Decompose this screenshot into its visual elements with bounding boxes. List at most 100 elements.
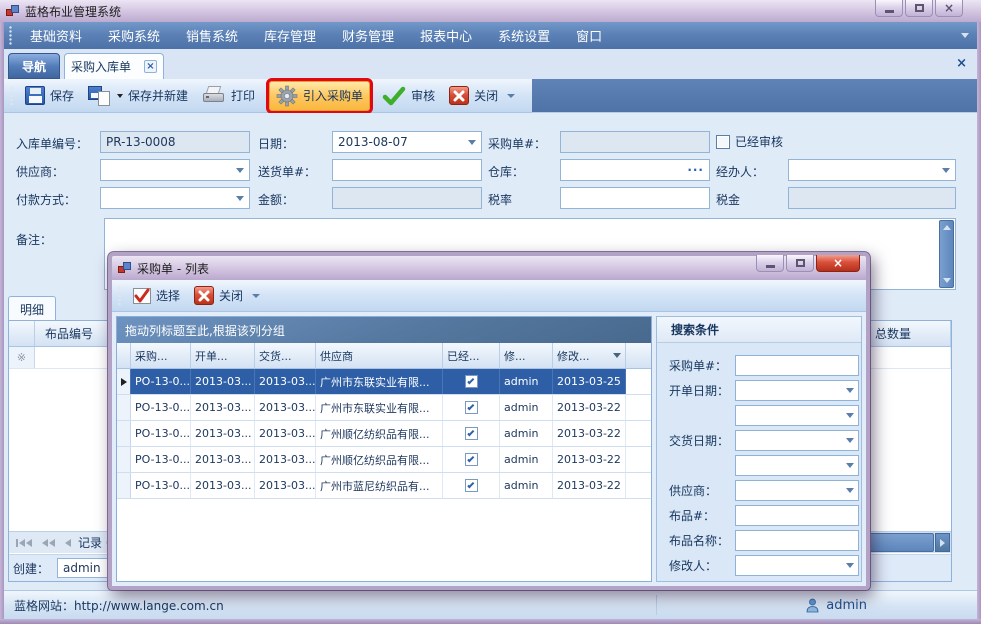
hscroll-right-arrow[interactable] [935,533,950,552]
title-bar[interactable]: 蓝格布业管理系统 × [0,0,981,22]
tabstrip-close-icon[interactable]: × [956,57,967,70]
audited-checkbox-checked[interactable] [465,479,478,492]
menu-item-reports[interactable]: 报表中心 [407,22,485,49]
window-title: 蓝格布业管理系统 [25,3,121,20]
audited-checkbox-checked[interactable] [465,375,478,388]
menu-item-purchase[interactable]: 采购系统 [95,22,173,49]
po-col-open-date[interactable]: 开单... [191,343,255,368]
menu-item-base-data[interactable]: 基础资料 [17,22,95,49]
audited-checkbox-checked[interactable] [465,401,478,414]
menu-item-inventory[interactable]: 库存管理 [251,22,329,49]
search-field-fabric-no: 布品#： [657,503,861,528]
search-deliver-date-from-combo[interactable] [735,430,859,451]
delivery-no-label: 送货单#： [258,163,316,180]
remark-scrollbar[interactable] [939,220,954,288]
user-icon [805,598,820,613]
search-modifier-combo[interactable] [735,555,859,576]
tab-close-icon[interactable]: × [144,60,157,73]
printer-icon [202,86,226,106]
po-col-supplier[interactable]: 供应商 [316,343,443,368]
supplier-combo[interactable] [100,159,250,181]
dialog-toolbar: 选择 关闭 [112,280,866,312]
dialog-close-list-button[interactable]: 关闭 [188,283,266,308]
tab-purchase-receipt[interactable]: 采购入库单 × [64,53,164,79]
po-col-number[interactable]: 采购... [131,343,191,368]
dialog-minimize-button[interactable] [756,255,784,272]
scroll-up-icon [943,225,951,230]
menu-item-window[interactable]: 窗口 [563,22,615,49]
date-combo[interactable]: 2013-08-07 [332,131,482,153]
prev-record-button[interactable] [62,537,74,549]
save-icon [25,86,45,105]
detail-col-total[interactable]: 总数量 [865,321,951,346]
tax-amount-field [788,187,956,209]
menu-overflow-icon[interactable] [961,33,969,38]
po-col-audited[interactable]: 已经... [443,343,500,368]
po-col-deliver-date[interactable]: 交货... [255,343,316,368]
tab-detail[interactable]: 明细 [8,296,56,321]
search-fabric-no-input[interactable] [735,505,859,526]
search-field-fabric-name: 布品名称： [657,528,861,553]
receipt-no-label: 入库单编号： [16,135,88,152]
save-and-new-button[interactable]: 保存并新建 [82,83,194,109]
search-po-input[interactable] [735,355,859,376]
website-link[interactable]: 蓝格网站：http://www.lange.com.cn [4,597,224,614]
audited-checkbox-checked[interactable] [465,427,478,440]
menu-item-finance[interactable]: 财务管理 [329,22,407,49]
first-record-button[interactable] [13,537,35,549]
po-col-modified[interactable]: 修改... [553,343,626,368]
warehouse-browse-icon[interactable]: ··· [687,163,704,177]
po-row[interactable]: PO-13-0... 2013-03... 2013-03... 广州市东联实业… [117,369,651,395]
audited-checkbox-row[interactable]: 已经审核 [716,133,783,150]
menu-item-settings[interactable]: 系统设置 [485,22,563,49]
po-row[interactable]: PO-13-0... 2013-03... 2013-03... 广州市东联实业… [117,395,651,421]
search-supplier-combo[interactable] [735,480,859,501]
search-open-date-to-combo[interactable] [735,405,859,426]
tax-rate-field[interactable] [560,187,710,209]
group-by-bar[interactable]: 拖动列标题至此,根据该列分组 [117,317,651,343]
close-button[interactable]: × [935,0,963,17]
delivery-no-field[interactable] [332,159,482,181]
date-dropdown-icon [468,140,476,145]
dialog-close-button[interactable]: × [816,255,860,272]
select-button[interactable]: 选择 [127,284,186,307]
prev-page-button[interactable] [39,537,58,549]
menu-item-sales[interactable]: 销售系统 [173,22,251,49]
dialog-title-bar[interactable]: 采购单 - 列表 × [112,256,866,280]
payment-combo[interactable] [100,187,250,209]
menu-bar: 基础资料 采购系统 销售系统 库存管理 财务管理 报表中心 系统设置 窗口 [4,22,977,49]
handler-dropdown-icon [942,168,950,173]
close-form-button[interactable]: 关闭 [443,83,521,108]
warehouse-field[interactable]: ··· [560,159,710,181]
dropdown-icon [846,563,854,568]
po-number-field [560,131,710,153]
maximize-icon [915,4,924,12]
po-col-modifier[interactable]: 修... [500,343,553,368]
audited-checkbox[interactable] [716,135,730,149]
tax-amount-label: 税金 [716,191,740,208]
import-purchase-order-button[interactable]: 引入采购单 [269,81,370,111]
po-row[interactable]: PO-13-0... 2013-03... 2013-03... 广州市蓝尼纺织… [117,473,651,499]
search-open-date-from-combo[interactable] [735,380,859,401]
dialog-maximize-button[interactable] [786,255,814,272]
search-field-deliver-date-from: 交货日期： [657,428,861,453]
dropdown-icon [846,413,854,418]
audited-checkbox-checked[interactable] [465,453,478,466]
search-fabric-name-input[interactable] [735,530,859,551]
tab-navigation[interactable]: 导航 [8,53,60,79]
purchase-order-list-dialog: 采购单 - 列表 × 选择 关闭 [108,252,870,590]
maximize-button[interactable] [905,0,933,17]
supplier-dropdown-icon [236,168,244,173]
audit-button[interactable]: 审核 [376,83,441,109]
po-row[interactable]: PO-13-0... 2013-03... 2013-03... 广州顺亿纺织品… [117,421,651,447]
new-row-marker: ※ [9,347,35,368]
po-row[interactable]: PO-13-0... 2013-03... 2013-03... 广州顺亿纺织品… [117,447,651,473]
save-button[interactable]: 保存 [19,83,80,108]
search-panel: 搜索条件 采购单#： 开单日期： 交货日期： [656,316,862,582]
record-count-label: 记录 [78,534,102,551]
print-button[interactable]: 打印 [196,83,261,109]
minimize-button[interactable] [875,0,903,17]
tax-rate-label: 税率 [488,191,512,208]
handler-combo[interactable] [788,159,956,181]
search-deliver-date-to-combo[interactable] [735,455,859,476]
